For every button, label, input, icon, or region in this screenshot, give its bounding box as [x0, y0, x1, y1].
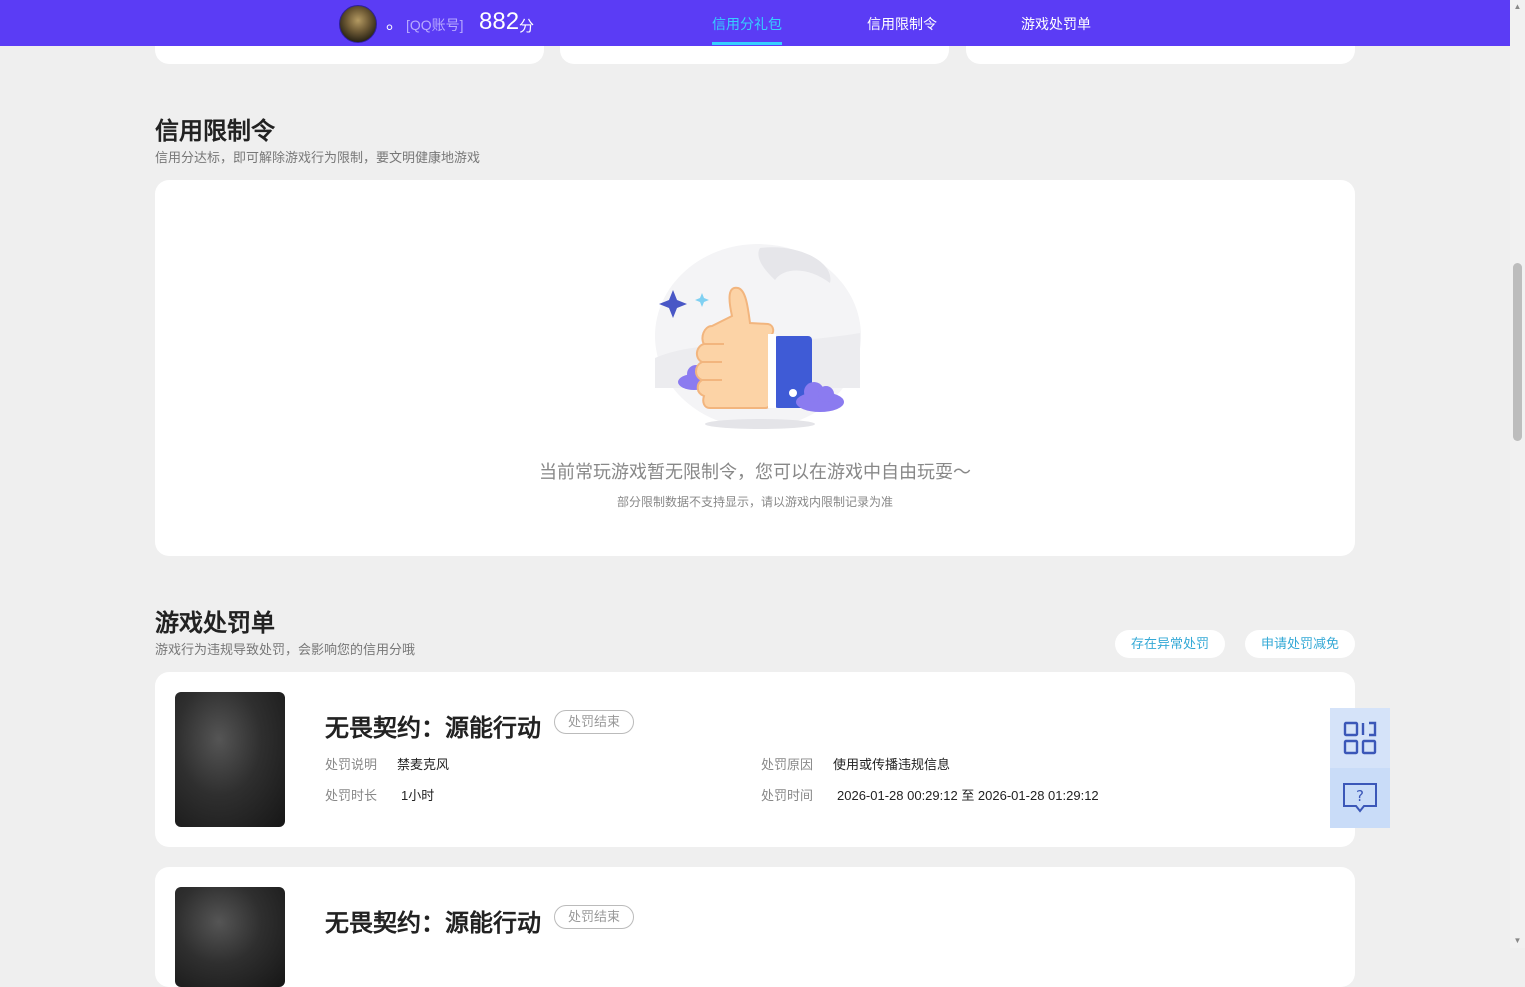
apply-penalty-reduction-button[interactable]: 申请处罚减免 [1245, 630, 1355, 658]
tab-credit-gift[interactable]: 信用分礼包 [712, 14, 782, 34]
account-type: [QQ账号] [406, 17, 464, 33]
help-chat-icon: ? [1343, 783, 1377, 813]
status-badge: 处罚结束 [554, 905, 635, 929]
empty-state-message: 当前常玩游戏暂无限制令，您可以在游戏中自由玩耍～ [539, 462, 971, 482]
game-thumbnail [175, 887, 285, 987]
penalty-time-value: 2026-01-28 00:29:12 至 2026-01-28 01:29:1… [837, 788, 1099, 803]
penalty-time-label: 处罚时间 [761, 788, 814, 803]
penalty-desc-label: 处罚说明 [325, 757, 378, 772]
empty-state-note: 部分限制数据不支持显示，请以游戏内限制记录为准 [616, 495, 893, 509]
penalty-desc-value: 禁麦克风 [397, 757, 450, 772]
penalty-reason-label: 处罚原因 [761, 757, 814, 772]
qr-code-button[interactable] [1330, 708, 1390, 768]
penalty-section-subtitle: 游戏行为违规导致处罚，会影响您的信用分哦 [155, 642, 416, 657]
restriction-section-title: 信用限制令 [155, 118, 275, 145]
penalty-duration-label: 处罚时长 [325, 788, 378, 803]
scroll-down-arrow-icon[interactable]: ▼ [1513, 936, 1522, 945]
game-thumbnail [175, 692, 285, 827]
restriction-section-subtitle: 信用分达标，即可解除游戏行为限制，要文明健康地游戏 [155, 150, 481, 165]
game-name: 无畏契约：源能行动 [325, 910, 541, 937]
thumbs-up-illustration [655, 244, 861, 429]
help-feedback-button[interactable]: ? [1330, 768, 1390, 828]
svg-text:?: ? [1356, 787, 1364, 805]
abnormal-penalty-button[interactable]: 存在异常处罚 [1115, 630, 1225, 658]
tab-game-penalty[interactable]: 游戏处罚单 [1021, 14, 1091, 34]
scroll-up-arrow-icon[interactable]: ▲ [1513, 2, 1522, 11]
penalty-duration-value: 1小时 [401, 788, 435, 803]
restriction-empty-panel: 当前常玩游戏暂无限制令，您可以在游戏中自由玩耍～ 部分限制数据不支持显示，请以游… [155, 180, 1355, 556]
scrollbar-thumb[interactable] [1513, 263, 1522, 441]
penalty-card: 无畏契约：源能行动 处罚结束 [155, 867, 1355, 987]
avatar[interactable] [339, 5, 377, 43]
credit-score-unit: 分 [519, 18, 535, 35]
scrollbar-track[interactable] [1510, 0, 1525, 948]
nickname: 。 [386, 13, 404, 33]
active-tab-indicator [712, 42, 782, 45]
penalty-section-title: 游戏处罚单 [155, 610, 275, 637]
qr-code-icon [1343, 721, 1377, 755]
penalty-reason-value: 使用或传播违规信息 [833, 757, 951, 772]
credit-score: 882 [479, 8, 520, 35]
status-badge: 处罚结束 [554, 710, 635, 734]
game-name: 无畏契约：源能行动 [325, 715, 541, 742]
penalty-card: 无畏契约：源能行动 处罚结束 处罚说明 禁麦克风 处罚原因 使用或传播违规信息 … [155, 672, 1355, 847]
tab-credit-restriction[interactable]: 信用限制令 [867, 14, 937, 34]
top-nav-bar: 。 [QQ账号] 882 分 信用分礼包 信用限制令 游戏处罚单 [0, 0, 1510, 46]
